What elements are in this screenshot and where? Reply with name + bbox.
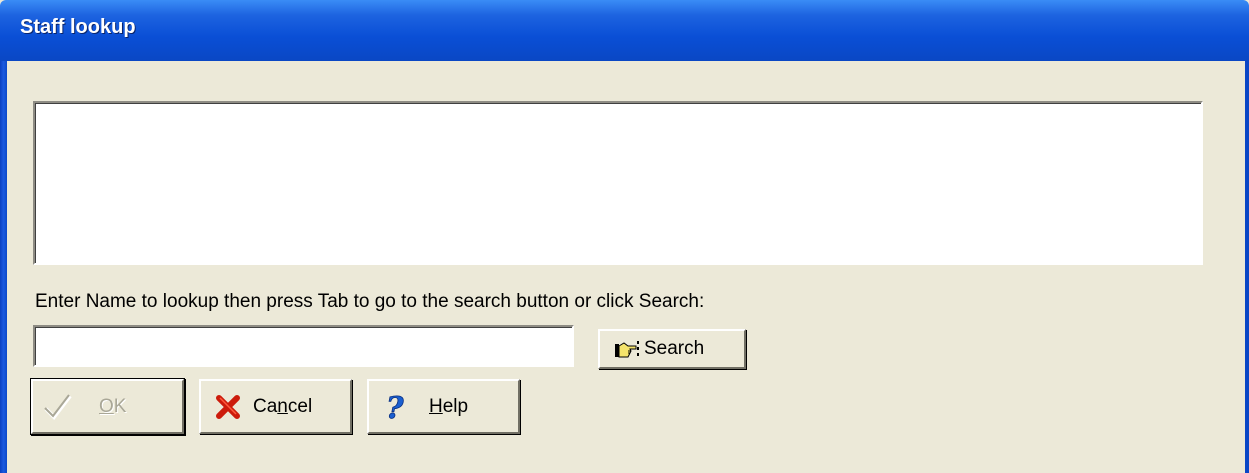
- ok-button-label: OK: [99, 395, 127, 417]
- search-button-label: Search: [644, 338, 705, 359]
- ok-button[interactable]: OK: [31, 379, 184, 434]
- cancel-button-label: Cancel: [253, 395, 313, 417]
- pointing-hand-icon: [614, 338, 640, 360]
- window-frame-right: [1245, 61, 1249, 473]
- question-mark-icon: ?: [383, 391, 409, 423]
- results-list[interactable]: [33, 101, 1203, 265]
- window-title: Staff lookup: [20, 16, 136, 38]
- svg-text:?: ?: [386, 391, 404, 423]
- title-bar[interactable]: Staff lookup: [0, 0, 1249, 61]
- checkmark-icon: [43, 392, 73, 422]
- search-button[interactable]: Search: [598, 329, 746, 369]
- window-frame-left: [0, 61, 7, 473]
- name-input[interactable]: [33, 325, 574, 367]
- help-button[interactable]: ? Help: [367, 379, 520, 434]
- lookup-prompt-label: Enter Name to lookup then press Tab to g…: [35, 291, 705, 312]
- cancel-button[interactable]: Cancel: [199, 379, 352, 434]
- help-button-label: Help: [429, 395, 469, 417]
- red-x-icon: [215, 394, 241, 420]
